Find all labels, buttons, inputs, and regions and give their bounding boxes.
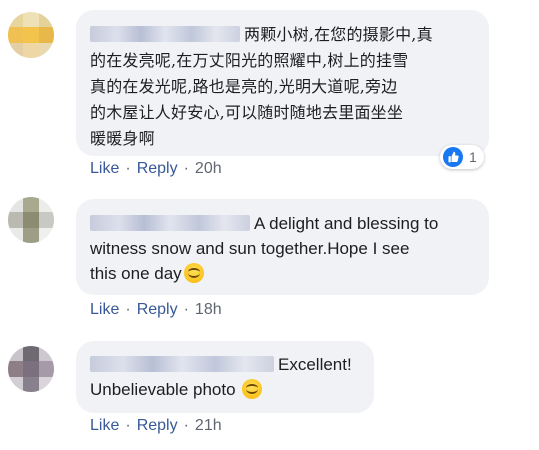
avatar-pixel <box>8 212 24 228</box>
like-button[interactable]: Like <box>90 417 119 435</box>
thumbs-up-icon <box>443 147 463 167</box>
avatar-pixel <box>8 42 24 58</box>
separator: · <box>125 160 131 177</box>
comment-bubble: A delight and blessing to witness snow a… <box>76 199 489 295</box>
avatar-pixel <box>38 27 54 43</box>
avatar-pixel <box>23 27 39 43</box>
avatar-pixel <box>38 12 54 28</box>
avatar-pixel <box>23 361 39 377</box>
comment-text-line: 两颗小树,在您的摄影中,真 <box>90 22 475 48</box>
avatar[interactable] <box>8 12 54 58</box>
avatar-pixel <box>23 212 39 228</box>
comment-bubble: Excellent! Unbelievable photo <box>76 341 374 413</box>
comment-actions: Like · Reply · 20h <box>90 160 222 178</box>
separator: · <box>125 417 131 434</box>
avatar[interactable] <box>8 346 54 392</box>
avatar-pixel <box>8 361 24 377</box>
avatar-pixel <box>23 197 39 213</box>
timestamp[interactable]: 21h <box>195 417 222 435</box>
smiling-face-emoji <box>242 379 263 399</box>
avatar-pixel <box>38 346 54 362</box>
avatar-pixel <box>38 42 54 58</box>
separator: · <box>183 160 189 177</box>
avatar-pixel <box>23 42 39 58</box>
avatar-pixel <box>23 12 39 28</box>
comment-text-line: 的在发亮呢,在万丈阳光的照耀中,树上的挂雪 <box>90 51 409 70</box>
avatar[interactable] <box>8 197 54 243</box>
comment-text-line: Unbelievable photo <box>90 377 360 402</box>
avatar-pixel <box>23 227 39 243</box>
smiling-face-emoji <box>183 263 204 283</box>
avatar-pixel <box>8 27 24 43</box>
like-button[interactable]: Like <box>90 160 119 178</box>
avatar-pixel <box>38 227 54 243</box>
separator: · <box>183 417 189 434</box>
comment-text-line: witness snow and sun together.Hope I see <box>90 239 410 258</box>
author-name-redacted[interactable] <box>90 356 274 372</box>
avatar-pixel <box>8 227 24 243</box>
author-name-redacted[interactable] <box>90 26 240 42</box>
avatar-pixel <box>38 361 54 377</box>
comment-text-line: A delight and blessing to <box>90 211 475 236</box>
comment-bubble: 两颗小树,在您的摄影中,真 的在发亮呢,在万丈阳光的照耀中,树上的挂雪 真的在发… <box>76 10 489 156</box>
avatar-pixel <box>38 376 54 392</box>
comment-text-line: this one day <box>90 261 475 286</box>
comment-actions: Like · Reply · 21h <box>90 417 222 435</box>
reply-button[interactable]: Reply <box>137 160 178 178</box>
avatar-pixel <box>38 212 54 228</box>
avatar-pixel <box>23 346 39 362</box>
comment-actions: Like · Reply · 18h <box>90 301 222 319</box>
timestamp[interactable]: 20h <box>195 160 222 178</box>
avatar-pixel <box>8 346 24 362</box>
avatar-pixel <box>23 376 39 392</box>
avatar-pixel <box>8 12 24 28</box>
separator: · <box>183 301 189 318</box>
reply-button[interactable]: Reply <box>137 417 178 435</box>
reply-button[interactable]: Reply <box>137 301 178 319</box>
comment-text-line: Excellent! <box>90 352 360 377</box>
like-button[interactable]: Like <box>90 301 119 319</box>
avatar-pixel <box>8 376 24 392</box>
comment-text-line: 真的在发光呢,路也是亮的,光明大道呢,旁边 <box>90 77 398 96</box>
comment-text-line: 的木屋让人好安心,可以随时随地去里面坐坐 <box>90 103 404 122</box>
reaction-count-value: 1 <box>469 149 477 165</box>
reaction-count[interactable]: 1 <box>440 145 484 169</box>
avatar-pixel <box>38 197 54 213</box>
avatar-pixel <box>8 197 24 213</box>
timestamp[interactable]: 18h <box>195 301 222 319</box>
separator: · <box>125 301 131 318</box>
comment-text-line: 暖暖身啊 <box>90 129 155 148</box>
author-name-redacted[interactable] <box>90 215 250 231</box>
